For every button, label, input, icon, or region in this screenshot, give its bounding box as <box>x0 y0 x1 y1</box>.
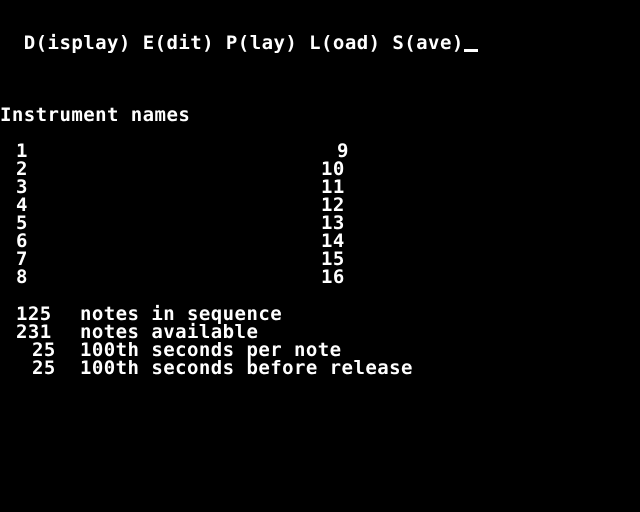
text-cursor <box>463 49 478 52</box>
screen: { "menu": { "display": "D(isplay)", "edi… <box>0 0 640 512</box>
stat-value: 25 <box>32 357 56 379</box>
menu-display[interactable]: D(isplay) <box>24 32 131 54</box>
instrument-slot-left[interactable]: 8 <box>16 268 28 287</box>
instrument-names-heading: Instrument names <box>0 104 191 126</box>
menu-play[interactable]: P(lay) <box>226 32 297 54</box>
menu-edit[interactable]: E(dit) <box>143 32 214 54</box>
instrument-slot-right[interactable]: 16 <box>321 268 345 287</box>
menu-save[interactable]: S(ave) <box>392 32 463 54</box>
stat-label: 100th seconds before release <box>80 357 413 379</box>
command-menu: D(isplay) E(dit) P(lay) L(oad) S(ave) <box>0 16 478 53</box>
menu-load[interactable]: L(oad) <box>309 32 380 54</box>
